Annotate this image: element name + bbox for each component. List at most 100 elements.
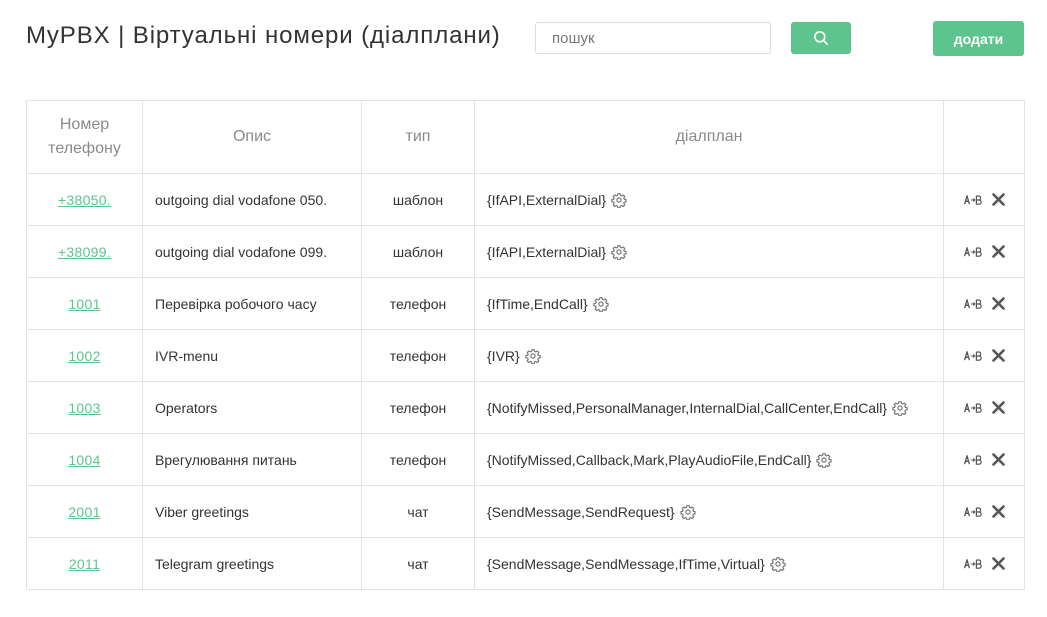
cell-type: телефон [361, 329, 475, 382]
number-link[interactable]: 1003 [68, 400, 100, 416]
cell-dialplan: {IfAPI,ExternalDial} [474, 225, 944, 278]
table-row: 2011 Telegram greetings чат {SendMessage,Se… [26, 537, 1025, 590]
table-row: 1001 Перевірка робочого часу телефон {IfTim… [26, 277, 1025, 330]
search-input[interactable] [535, 22, 771, 54]
gear-icon[interactable] [611, 192, 627, 208]
gear-icon[interactable] [611, 244, 627, 260]
table-row: 1004 Врегулювання питань телефон {NotifyMis… [26, 433, 1025, 486]
number-link[interactable]: 1001 [68, 296, 100, 312]
rename-ab-icon[interactable] [963, 246, 982, 257]
cell-number: 1004 [26, 433, 143, 486]
col-header-description: Опис [142, 100, 362, 174]
delete-x-icon[interactable] [991, 297, 1005, 310]
dialplan-text: {IVR} [487, 347, 520, 364]
number-link[interactable]: +38050. [58, 192, 111, 208]
cell-actions [943, 329, 1025, 382]
cell-actions [943, 225, 1025, 278]
cell-type: телефон [361, 277, 475, 330]
search-button[interactable] [791, 22, 851, 54]
rename-ab-icon[interactable] [963, 298, 982, 309]
cell-dialplan: {IfTime,EndCall} [474, 277, 944, 330]
dialplan-text: {IfTime,EndCall} [487, 295, 588, 312]
cell-dialplan: {IVR} [474, 329, 944, 382]
cell-description: Врегулювання питань [142, 433, 362, 486]
cell-description: Telegram greetings [142, 537, 362, 590]
dialplan-text: {NotifyMissed,Callback,Mark,PlayAudioFil… [487, 451, 812, 468]
cell-description: IVR-menu [142, 329, 362, 382]
number-link[interactable]: +38099. [58, 244, 111, 260]
gear-icon[interactable] [892, 400, 908, 416]
cell-number: 1002 [26, 329, 143, 382]
cell-number: +38099. [26, 225, 143, 278]
cell-number: 2001 [26, 485, 143, 538]
table-row: 1002 IVR-menu телефон {IVR} [26, 329, 1025, 382]
cell-actions [943, 433, 1025, 486]
cell-type: чат [361, 485, 475, 538]
rename-ab-icon[interactable] [963, 558, 982, 569]
table-row: 1003 Operators телефон {NotifyMissed,Person… [26, 381, 1025, 434]
delete-x-icon[interactable] [991, 453, 1005, 466]
col-header-type: тип [361, 100, 475, 174]
dialplan-text: {IfAPI,ExternalDial} [487, 191, 607, 208]
delete-x-icon[interactable] [991, 349, 1005, 362]
col-header-dialplan: діалплан [474, 100, 944, 174]
cell-description: Перевірка робочого часу [142, 277, 362, 330]
col-header-actions [943, 100, 1025, 174]
cell-actions [943, 277, 1025, 330]
cell-actions [943, 173, 1025, 226]
dialplan-text: {SendMessage,SendRequest} [487, 503, 675, 520]
number-link[interactable]: 2001 [68, 504, 100, 520]
delete-x-icon[interactable] [991, 245, 1005, 258]
cell-type: шаблон [361, 225, 475, 278]
rename-ab-icon[interactable] [963, 454, 982, 465]
table-header-row: Номер телефону Опис тип діалплан [26, 100, 1025, 174]
table-row: +38099. outgoing dial vodafone 099. шаблон… [26, 225, 1025, 278]
cell-number: +38050. [26, 173, 143, 226]
dialplan-text: {IfAPI,ExternalDial} [487, 243, 607, 260]
gear-icon[interactable] [679, 504, 696, 520]
number-link[interactable]: 1004 [68, 452, 100, 468]
delete-x-icon[interactable] [991, 193, 1005, 206]
cell-dialplan: {NotifyMissed,PersonalManager,InternalDi… [474, 381, 944, 434]
rename-ab-icon[interactable] [963, 402, 982, 413]
gear-icon[interactable] [770, 556, 786, 572]
gear-icon[interactable] [525, 348, 541, 364]
table-row: +38050. outgoing dial vodafone 050. шаблон… [26, 173, 1025, 226]
cell-number: 2011 [26, 537, 143, 590]
gear-icon[interactable] [816, 452, 833, 468]
col-header-number: Номер телефону [26, 100, 143, 174]
delete-x-icon[interactable] [991, 557, 1005, 570]
cell-type: телефон [361, 433, 475, 486]
cell-type: шаблон [361, 173, 475, 226]
cell-description: outgoing dial vodafone 050. [142, 173, 362, 226]
dialplan-text: {NotifyMissed,PersonalManager,InternalDi… [487, 399, 887, 416]
table-row: 2001 Viber greetings чат {SendMessage,SendR… [26, 485, 1025, 538]
rename-ab-icon[interactable] [963, 194, 982, 205]
cell-type: чат [361, 537, 475, 590]
search-icon [813, 30, 829, 46]
number-link[interactable]: 1002 [68, 348, 100, 364]
cell-description: Viber greetings [142, 485, 362, 538]
dialplan-text: {SendMessage,SendMessage,IfTime,Virtual} [487, 555, 765, 572]
delete-x-icon[interactable] [991, 505, 1005, 518]
cell-actions [943, 485, 1025, 538]
page-title: MyPBX | Віртуальні номери (діалплани) [26, 22, 501, 49]
rename-ab-icon[interactable] [963, 506, 982, 517]
cell-description: outgoing dial vodafone 099. [142, 225, 362, 278]
cell-actions [943, 381, 1025, 434]
cell-dialplan: {NotifyMissed,Callback,Mark,PlayAudioFil… [474, 433, 944, 486]
cell-actions [943, 537, 1025, 590]
rename-ab-icon[interactable] [963, 350, 982, 361]
add-button[interactable]: додати [933, 21, 1024, 56]
dialplans-table: Номер телефону Опис тип діалплан +38050.… [26, 100, 1025, 590]
number-link[interactable]: 2011 [69, 556, 100, 572]
cell-dialplan: {SendMessage,SendRequest} [474, 485, 944, 538]
gear-icon[interactable] [592, 296, 609, 312]
delete-x-icon[interactable] [991, 401, 1005, 414]
cell-type: телефон [361, 381, 475, 434]
cell-number: 1001 [26, 277, 143, 330]
cell-description: Operators [142, 381, 362, 434]
cell-dialplan: {SendMessage,SendMessage,IfTime,Virtual} [474, 537, 944, 590]
cell-dialplan: {IfAPI,ExternalDial} [474, 173, 944, 226]
cell-number: 1003 [26, 381, 143, 434]
